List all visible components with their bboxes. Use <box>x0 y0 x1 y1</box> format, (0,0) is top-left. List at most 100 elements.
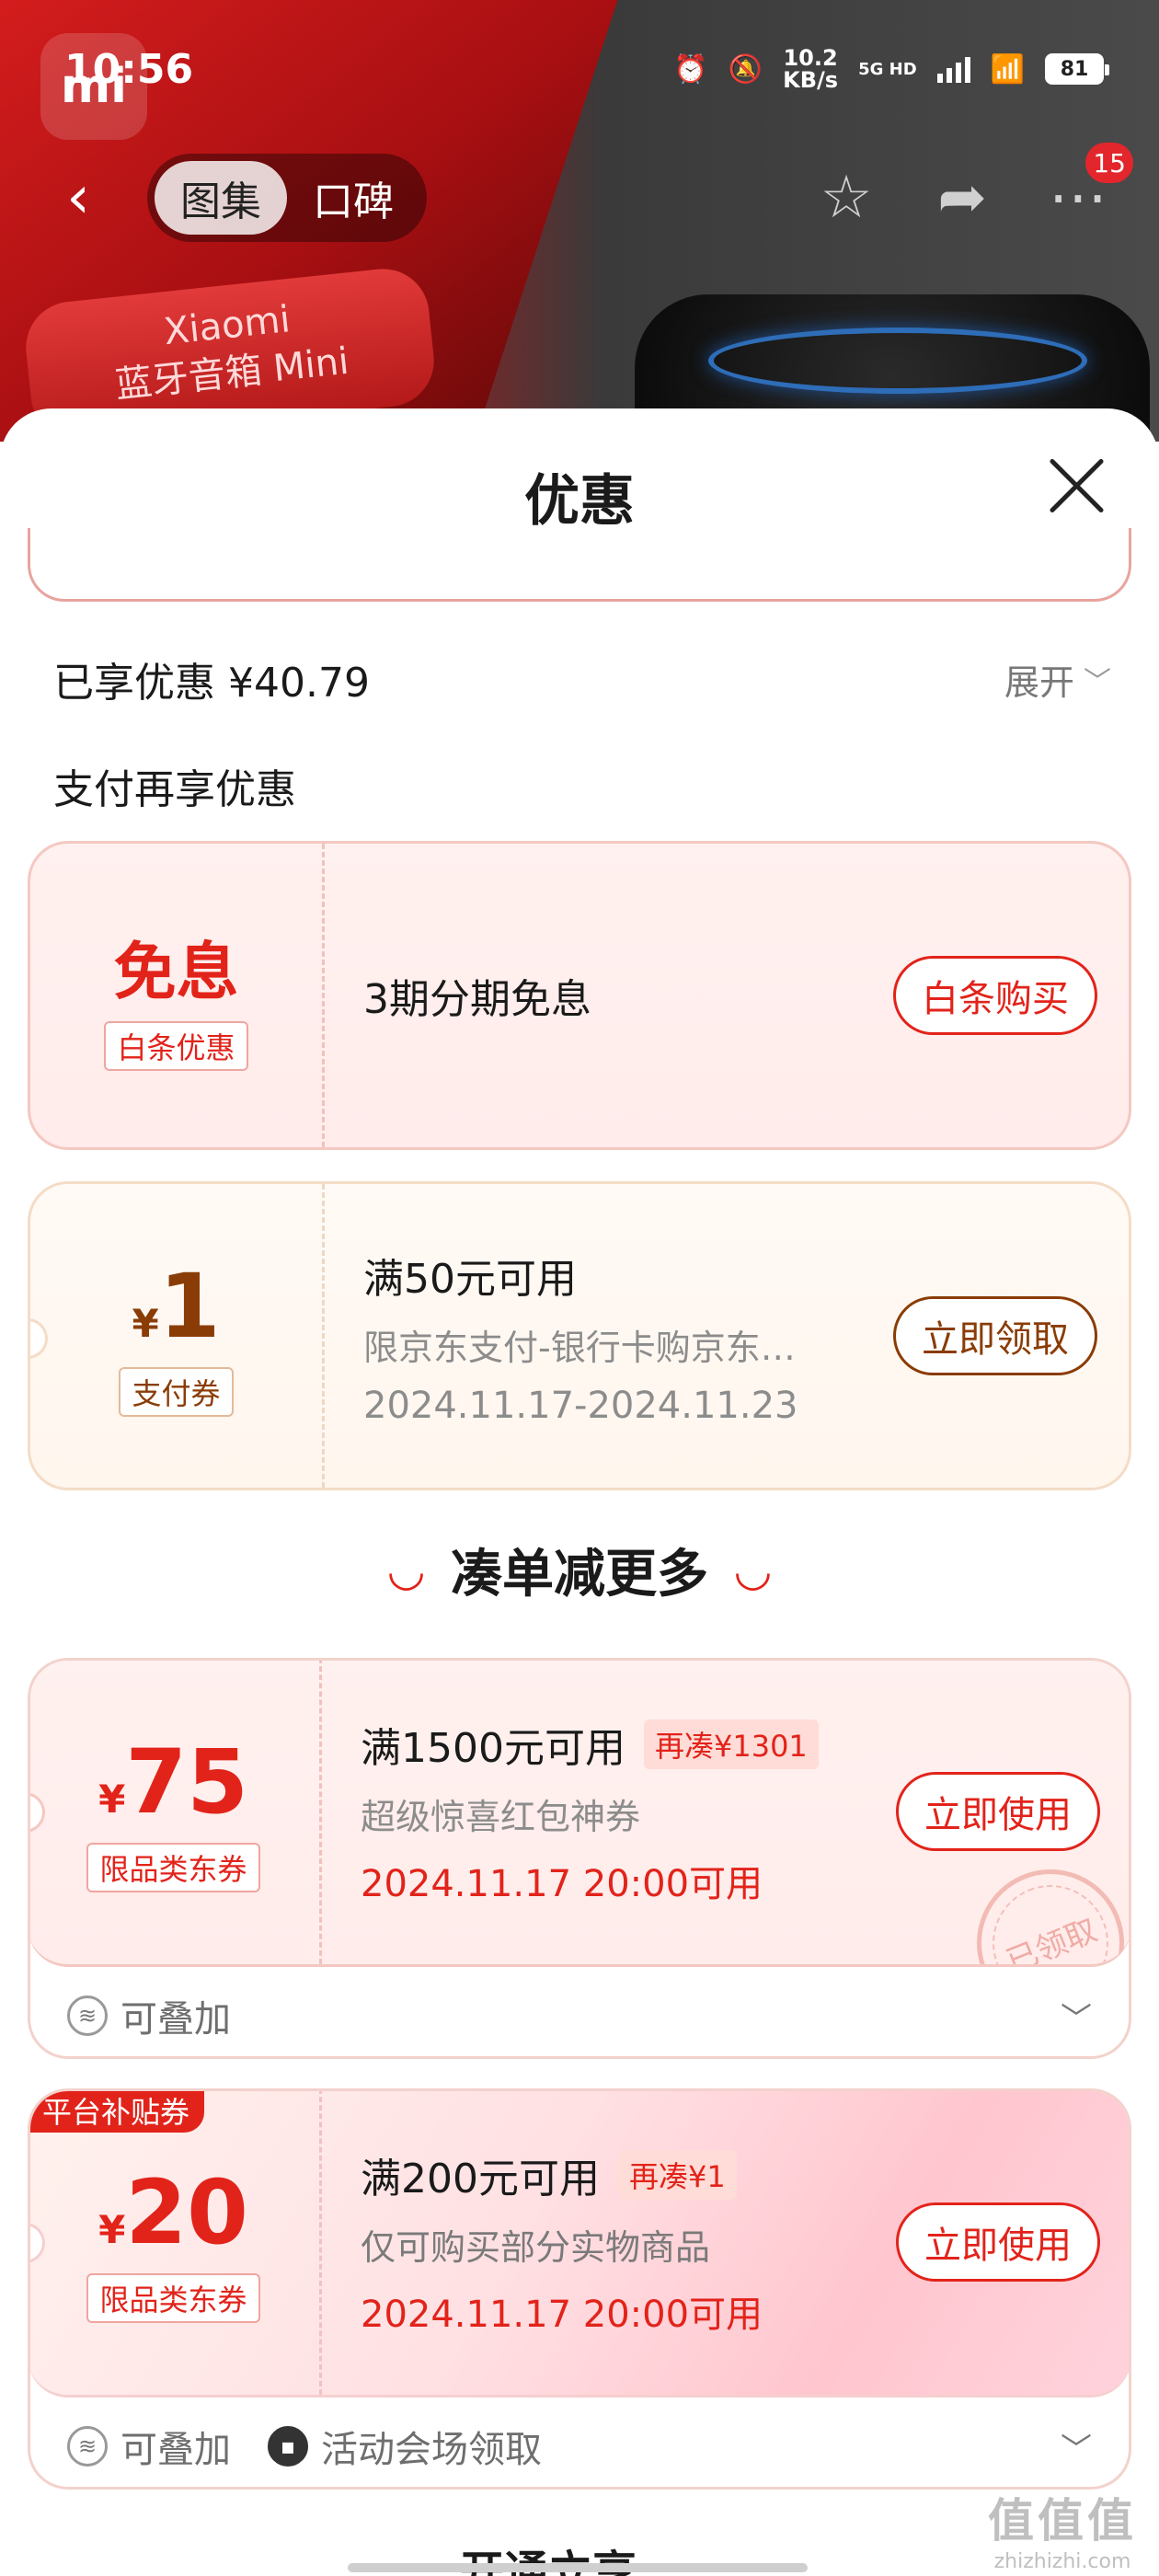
coupon-date: 2024.11.17 20:00可用 <box>361 1863 763 1905</box>
payment-coupon-card: ¥1 支付券 满50元可用 限京东支付-银行卡购京东… 2024.11.17-2… <box>28 1181 1131 1490</box>
coupon-headline: 免息 <box>113 936 239 1009</box>
more-badge-count: 15 <box>1085 143 1133 183</box>
coupon-amount-value: 1 <box>158 1255 221 1358</box>
chevron-down-icon[interactable]: ﹀ <box>1061 2424 1092 2469</box>
wifi-icon: 📶 <box>990 52 1025 86</box>
watermark: 值值值 zhizhizhi.com <box>988 2484 1137 2573</box>
coupon-75-card: ¥75 限品类东券 满1500元可用 再凑¥1301 超级惊喜红包神券 2024… <box>30 1661 1129 1967</box>
coupon-info: 满200元可用 再凑¥1 仅可购买部分实物商品 2024.11.17 20:00… <box>322 2091 865 2395</box>
chevron-down-icon: ﹀ <box>1084 666 1111 698</box>
more-discount-title-text: 凑单减更多 <box>451 1545 708 1604</box>
stack-layers-icon: ≋ <box>67 1995 108 2036</box>
coupon-20-block: 平台补贴券 ¥20 限品类东券 满200元可用 再凑¥1 仅可购买部分实物商品 … <box>28 2088 1131 2490</box>
top-nav: ‹ 图集 口碑 ☆ ➦ ⋯ 15 <box>0 143 1159 248</box>
sheet-title: 优惠 <box>524 469 635 534</box>
network-speed-unit: KB/s <box>783 67 839 93</box>
coupon-info: 3期分期免息 <box>325 844 862 1147</box>
tab-gallery[interactable]: 图集 <box>155 161 287 235</box>
coupon-tag: 白条优惠 <box>104 1020 248 1071</box>
coupon-amount-value: 20 <box>125 2160 248 2264</box>
use-now-button[interactable]: 立即使用 <box>896 1771 1100 1851</box>
coupon-left: ¥75 限品类东券 <box>30 1661 322 1964</box>
alarm-icon: ⏰ <box>673 52 708 86</box>
status-bar: 10:56 ⏰ 🔕 10.2 KB/s 5G HD 📶 81 <box>0 0 1159 138</box>
coupon-amount: ¥1 <box>132 1255 220 1358</box>
coupon-sub-text: 超级惊喜红包神券 <box>361 1797 641 1837</box>
smile-right-icon: ◡ <box>736 1544 770 1596</box>
ticket-icon: ▪ <box>268 2426 308 2467</box>
nav-actions: ☆ ➦ ⋯ 15 <box>811 143 1133 233</box>
coupon-action: 立即使用 <box>865 2091 1129 2395</box>
coupon-sub-text: 仅可购买部分实物商品 <box>361 2227 711 2268</box>
baitiao-buy-button[interactable]: 白条购买 <box>893 956 1097 1035</box>
expand-toggle[interactable]: 展开 ﹀ <box>1004 654 1111 705</box>
discount-sheet: 优惠 已享优惠 ¥40.79 展开 ﹀ 支付再享优惠 免息 白条优惠 3期分期免… <box>0 408 1159 2576</box>
coupon-main-row: 满1500元可用 再凑¥1301 <box>361 1715 865 1774</box>
favorite-star-icon[interactable]: ☆ <box>811 163 881 233</box>
baitiao-interest-free-card: 免息 白条优惠 3期分期免息 白条购买 <box>28 841 1131 1150</box>
coupon-75-block: ¥75 限品类东券 满1500元可用 再凑¥1301 超级惊喜红包神券 2024… <box>28 1658 1131 2059</box>
coupon-action: 白条购买 <box>862 844 1129 1147</box>
share-arrow-icon[interactable]: ➦ <box>927 163 997 233</box>
tab-reviews[interactable]: 口碑 <box>287 161 419 235</box>
coupon-main-text: 满200元可用 <box>361 2156 600 2202</box>
coupon-currency: ¥ <box>132 1301 159 1346</box>
venue-label: 活动会场领取 <box>321 2429 542 2471</box>
coupon-sub-text: 限京东支付-银行卡购京东… <box>363 1327 796 1368</box>
coupon-left: 免息 白条优惠 <box>30 844 325 1147</box>
coupon-footer: ≋ 可叠加 ﹀ <box>30 1970 1129 2056</box>
close-icon[interactable] <box>1041 451 1111 521</box>
battery-icon: 81 <box>1045 53 1109 85</box>
status-time: 10:56 <box>64 45 194 93</box>
stackable-info: ≋ 可叠加 <box>67 1989 231 2042</box>
coupon-tag: 限品类东券 <box>86 2272 260 2323</box>
expand-label: 展开 <box>1004 661 1074 703</box>
network-speed-value: 10.2 <box>783 45 838 71</box>
media-tab-switcher: 图集 口碑 <box>147 154 427 242</box>
coupon-20-card: 平台补贴券 ¥20 限品类东券 满200元可用 再凑¥1 仅可购买部分实物商品 … <box>30 2091 1129 2398</box>
previous-card-edge <box>28 528 1131 602</box>
platform-subsidy-label: 平台补贴券 <box>30 2091 205 2133</box>
coupon-tag: 支付券 <box>119 1367 234 1417</box>
watermark-url: zhizhizhi.com <box>993 2550 1131 2573</box>
coupon-amount-value: 75 <box>125 1730 248 1834</box>
claim-now-button[interactable]: 立即领取 <box>893 1296 1097 1375</box>
coupon-currency: ¥ <box>98 2206 126 2252</box>
coupon-tag: 限品类东券 <box>86 1842 260 1892</box>
coupon-gap-chip: 再凑¥1 <box>617 2150 737 2200</box>
coupon-info: 满50元可用 限京东支付-银行卡购京东… 2024.11.17-2024.11.… <box>325 1184 862 1488</box>
coupon-date: 2024.11.17-2024.11.23 <box>363 1384 798 1427</box>
enjoyed-discount-text: 已享优惠 ¥40.79 <box>53 660 370 707</box>
network-speed: 10.2 KB/s <box>783 47 838 91</box>
coupon-action: 立即领取 <box>862 1184 1129 1488</box>
coupon-date: 2024.11.17 20:00可用 <box>361 2294 763 2336</box>
more-discount-section-title: ◡ 凑单减更多 ◡ <box>0 1533 1159 1607</box>
pay-section-label: 支付再享优惠 <box>53 766 296 813</box>
coupon-info: 满1500元可用 再凑¥1301 超级惊喜红包神券 2024.11.17 20:… <box>322 1661 865 1964</box>
chevron-down-icon[interactable]: ﹀ <box>1061 1994 1092 2039</box>
coupon-amount: ¥75 <box>98 1731 248 1834</box>
stack-layers-icon: ≋ <box>67 2426 108 2467</box>
watermark-logo: 值值值 <box>988 2494 1137 2547</box>
coupon-main-text: 满50元可用 <box>363 1255 577 1303</box>
signal-icon <box>936 55 970 83</box>
smile-left-icon: ◡ <box>389 1544 423 1596</box>
coupon-main-row: 满200元可用 再凑¥1 <box>361 2145 865 2204</box>
stackable-info: ≋ 可叠加 <box>67 2420 231 2473</box>
status-icons: ⏰ 🔕 10.2 KB/s 5G HD 📶 81 <box>673 47 1109 91</box>
coupon-footer: ≋ 可叠加 ▪ 活动会场领取 ﹀ <box>30 2400 1129 2487</box>
stackable-label: 可叠加 <box>120 2429 231 2471</box>
use-now-button[interactable]: 立即使用 <box>896 2202 1100 2282</box>
venue-info: ▪ 活动会场领取 <box>268 2420 542 2473</box>
coupon-gap-chip: 再凑¥1301 <box>643 1719 819 1769</box>
coupon-currency: ¥ <box>98 1776 126 1822</box>
back-arrow-icon[interactable]: ‹ <box>46 164 110 232</box>
more-dots-icon[interactable]: ⋯ 15 <box>1043 143 1133 233</box>
coupon-amount: ¥20 <box>98 2161 248 2264</box>
coupon-main-text: 3期分期免息 <box>363 976 591 1023</box>
mute-bell-icon: 🔕 <box>728 52 763 86</box>
stackable-label: 可叠加 <box>120 1998 231 2041</box>
home-indicator[interactable] <box>348 2563 808 2572</box>
enjoyed-discount-row: 已享优惠 ¥40.79 展开 ﹀ <box>53 650 1111 708</box>
coupon-main-text: 满1500元可用 <box>361 1725 625 1772</box>
